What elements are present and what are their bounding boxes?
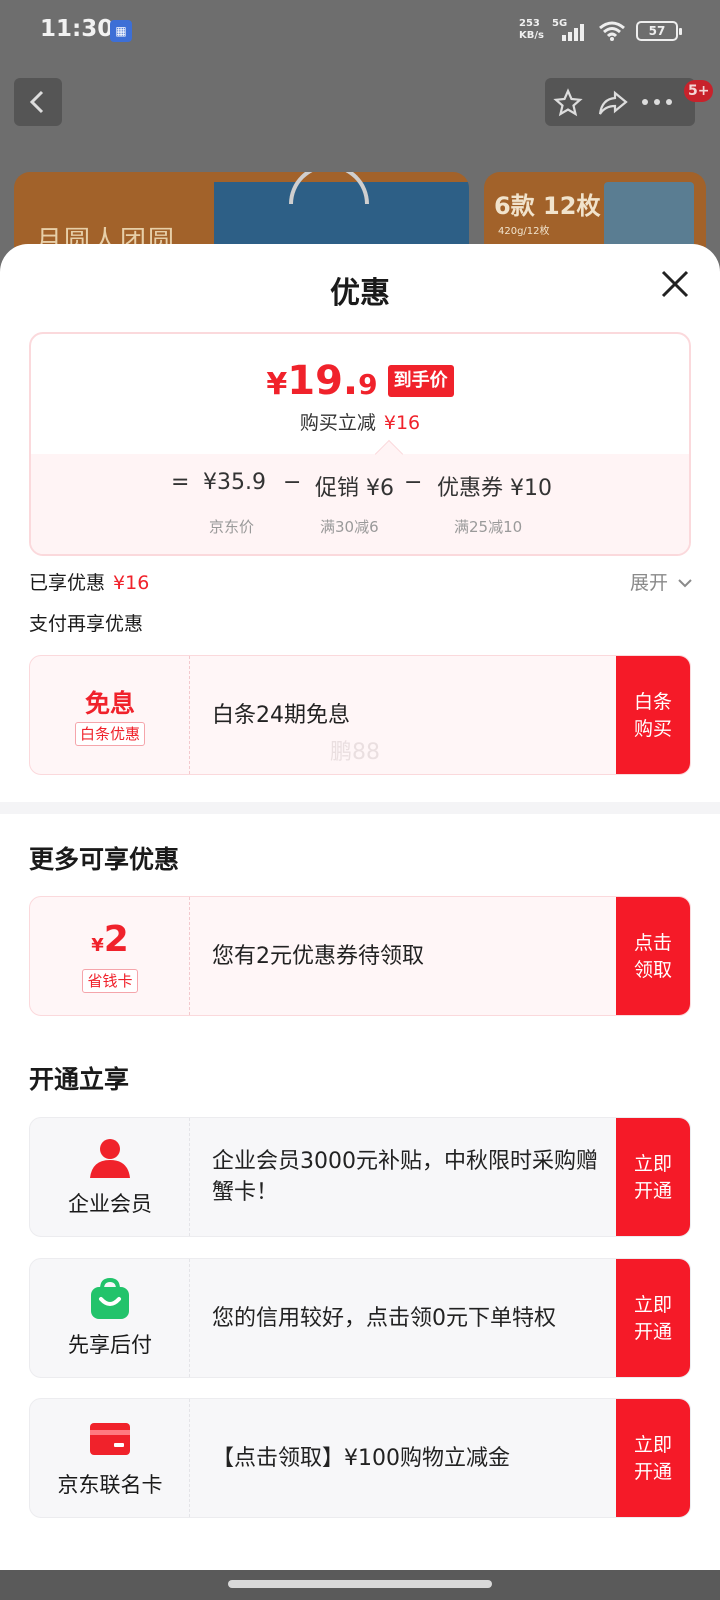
banner-right-sub: 420g/12枚 <box>498 226 550 237</box>
savings-card-tag: 省钱卡 <box>82 969 138 993</box>
back-button[interactable] <box>14 78 62 126</box>
calc-jd-price-label: 京东价 <box>209 518 255 536</box>
enterprise-open-label: 立即开通 <box>633 1153 672 1202</box>
cobrand-open-button[interactable]: 立即开通 <box>616 1399 690 1517</box>
baitiao-offer-text: 白条24期免息 <box>212 702 350 728</box>
interest-free-title: 免息 <box>84 689 135 718</box>
sheet-title: 优惠 <box>330 276 390 311</box>
coupon-offer-card[interactable]: ¥2 省钱卡 您有2元优惠券待领取 点击领取 <box>29 896 691 1016</box>
coupon-currency: ¥ <box>91 935 104 956</box>
baitiao-tag-wrap: 白条优惠 <box>30 722 190 746</box>
pay-later-card[interactable]: 先享后付 您的信用较好，点击领0元下单特权 立即开通 <box>29 1258 691 1378</box>
cobrand-card-text: 【点击领取】¥100购物立减金 <box>212 1445 510 1471</box>
watermark-text: 鹏88 <box>330 740 380 765</box>
cobrand-card[interactable]: 京东联名卡 【点击领取】¥100购物立减金 立即开通 <box>29 1398 691 1518</box>
status-time: 11:30 <box>40 16 114 42</box>
bag-handle <box>289 172 369 204</box>
calc-coupon: 优惠券 ¥10 <box>437 476 552 501</box>
pay-later-open-button[interactable]: 立即开通 <box>616 1259 690 1377</box>
baitiao-offer-card[interactable]: 免息 白条优惠 白条24期免息 鹏88 白条购买 <box>29 655 691 775</box>
star-icon[interactable] <box>553 88 583 118</box>
person-icon <box>90 1139 130 1178</box>
network-speed-unit: KB/s <box>519 30 544 41</box>
baitiao-card-left: 免息 白条优惠 <box>30 656 190 774</box>
enterprise-open-button[interactable]: 立即开通 <box>616 1118 690 1236</box>
coupon-card-left: ¥2 省钱卡 <box>30 897 190 1015</box>
expand-toggle[interactable]: 展开 <box>630 568 692 595</box>
calc-jd-price: ¥35.9 <box>203 470 266 495</box>
cobrand-card-left: 京东联名卡 <box>30 1399 190 1517</box>
network-speed: 253 KB/s <box>519 18 544 42</box>
status-bar: 11:30 ▦ 253 KB/s 5G 57 <box>0 0 720 64</box>
chevron-left-icon <box>29 90 44 114</box>
calc-minus-1: − <box>283 470 302 495</box>
cobrand-open-label: 立即开通 <box>633 1434 672 1483</box>
enterprise-member-name: 企业会员 <box>68 1192 152 1216</box>
pay-more-label: 支付再享优惠 <box>29 613 144 635</box>
baitiao-tag: 白条优惠 <box>74 722 145 746</box>
more-offers-title: 更多可享优惠 <box>29 845 180 874</box>
credit-card-icon <box>90 1423 130 1455</box>
price-currency: ¥ <box>266 367 288 402</box>
battery-icon: 57 <box>636 21 682 41</box>
claim-coupon-button[interactable]: 点击领取 <box>616 897 690 1015</box>
price-decimal: 9 <box>358 368 378 401</box>
open-benefits-title: 开通立享 <box>29 1065 130 1094</box>
discount-sheet: 优惠 ¥19.9 到手价 购买立减 ¥16 = ¥35.9 − 促销 ¥6 − 优惠… <box>0 244 720 1570</box>
final-price: ¥19.9 到手价 <box>31 358 689 404</box>
section-divider <box>0 802 720 814</box>
chevron-down-icon <box>678 579 692 588</box>
enjoyed-discount: 已享优惠 ¥16 <box>29 568 149 595</box>
coupon-tag-wrap: 省钱卡 <box>30 969 190 993</box>
banner-right-image <box>604 182 694 252</box>
calc-minus-2: − <box>404 470 423 495</box>
pay-later-open-label: 立即开通 <box>633 1294 672 1343</box>
final-price-tag: 到手价 <box>387 365 454 397</box>
pay-later-card-left: 先享后付 <box>30 1259 190 1377</box>
more-icon[interactable] <box>641 98 675 106</box>
network-speed-value: 253 <box>519 18 540 29</box>
price-integer: 19. <box>287 358 359 404</box>
calc-equals: = <box>171 470 190 495</box>
shopping-bag-icon <box>91 1277 129 1319</box>
navigation-bar <box>0 1570 720 1600</box>
buy-reduce-label: 购买立减 <box>299 412 376 434</box>
coupon-value: 2 <box>103 919 129 960</box>
home-indicator[interactable] <box>228 1580 492 1588</box>
signal-icon <box>562 24 584 41</box>
banner-right-text: 6款 12枚 <box>494 192 601 220</box>
enjoyed-value: ¥16 <box>113 572 150 594</box>
coupon-amount: ¥2 <box>30 919 190 960</box>
close-icon[interactable] <box>657 266 693 302</box>
top-actions <box>545 78 695 126</box>
calc-coupon-label: 满25减10 <box>454 518 523 536</box>
enterprise-member-text: 企业会员3000元补贴，中秋限时采购赠蟹卡！ <box>212 1149 598 1205</box>
share-icon[interactable] <box>597 88 629 118</box>
enterprise-card-left: 企业会员 <box>30 1118 190 1236</box>
buy-reduce-value: ¥16 <box>383 412 421 434</box>
baitiao-buy-button[interactable]: 白条购买 <box>616 656 690 774</box>
enjoyed-label: 已享优惠 <box>29 572 106 594</box>
baitiao-buy-label: 白条购买 <box>633 691 672 740</box>
buy-reduce: 购买立减 ¥16 <box>31 408 689 435</box>
calc-promo: 促销 ¥6 <box>315 476 394 501</box>
notification-app-icon: ▦ <box>110 20 132 42</box>
price-breakdown: = ¥35.9 − 促销 ¥6 − 优惠券 ¥10 京东价 满30减6 满25减… <box>31 454 689 554</box>
pay-later-name: 先享后付 <box>68 1333 152 1357</box>
enterprise-member-card[interactable]: 企业会员 企业会员3000元补贴，中秋限时采购赠蟹卡！ 立即开通 <box>29 1117 691 1237</box>
wifi-icon <box>599 21 625 41</box>
expand-label: 展开 <box>630 572 669 594</box>
pay-later-text: 您的信用较好，点击领0元下单特权 <box>212 1305 556 1331</box>
calc-promo-label: 满30减6 <box>320 518 379 536</box>
price-summary: ¥19.9 到手价 购买立减 ¥16 = ¥35.9 − 促销 ¥6 − 优惠券 ¥… <box>29 332 691 556</box>
cobrand-card-name: 京东联名卡 <box>57 1473 163 1497</box>
claim-coupon-label: 点击领取 <box>633 932 672 981</box>
message-badge: 5+ <box>684 80 714 102</box>
coupon-offer-text: 您有2元优惠券待领取 <box>212 943 424 969</box>
